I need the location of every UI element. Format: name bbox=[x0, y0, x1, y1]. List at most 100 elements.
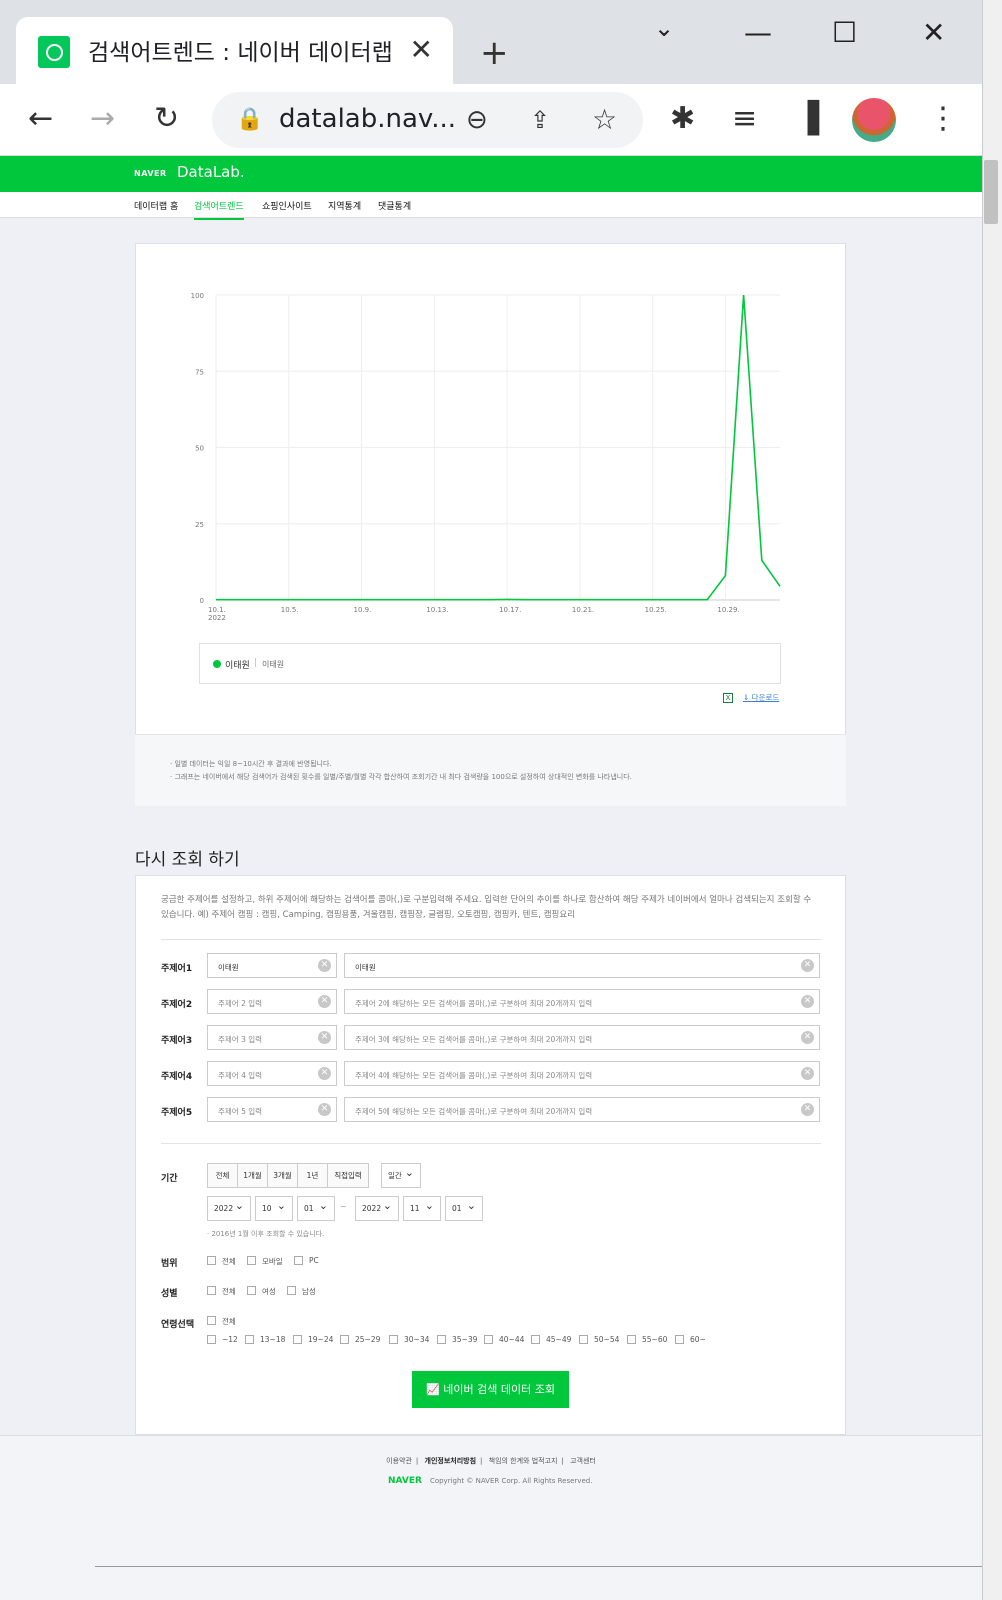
age-checkbox[interactable] bbox=[531, 1335, 540, 1344]
age-all-checkbox[interactable] bbox=[207, 1316, 216, 1325]
keywords-input[interactable]: 주제어 2에 해당하는 모든 검색어를 콤마(,)로 구분하여 최대 20개까지… bbox=[344, 989, 820, 1014]
period-1year-button[interactable]: 1년 bbox=[297, 1163, 328, 1188]
age-checkbox[interactable] bbox=[437, 1335, 446, 1344]
clear-icon[interactable]: ✕ bbox=[801, 1031, 814, 1044]
naver-logo[interactable]: NAVER bbox=[134, 169, 167, 178]
topic-input[interactable]: 주제어 2 입력 ✕ bbox=[207, 989, 337, 1014]
tab-search-chevron-icon[interactable]: ⌄ bbox=[654, 14, 674, 42]
back-arrow-icon[interactable]: ← bbox=[28, 100, 53, 138]
start-month-select[interactable]: 10 bbox=[255, 1194, 293, 1221]
clear-icon[interactable]: ✕ bbox=[801, 1103, 814, 1116]
topic-input-value[interactable]: 주제어 3 입력 bbox=[218, 1035, 262, 1044]
excel-icon[interactable]: X bbox=[723, 693, 733, 703]
url-text[interactable]: datalab.nav... bbox=[279, 104, 456, 134]
clear-icon[interactable]: ✕ bbox=[801, 995, 814, 1008]
nav-comment-stats[interactable]: 댓글통계 bbox=[378, 199, 411, 212]
keywords-input[interactable]: 주제어 5에 해당하는 모든 검색어를 콤마(,)로 구분하여 최대 20개까지… bbox=[344, 1097, 820, 1122]
scope-checkbox[interactable] bbox=[207, 1256, 216, 1265]
minimize-button[interactable]: — bbox=[744, 16, 772, 49]
forward-arrow-icon[interactable]: → bbox=[90, 100, 115, 138]
topic-input[interactable]: 주제어 5 입력 ✕ bbox=[207, 1097, 337, 1122]
nav-shopping-insight[interactable]: 쇼핑인사이트 bbox=[262, 199, 312, 212]
age-checkbox[interactable] bbox=[389, 1335, 398, 1344]
end-year-select[interactable]: 2022 bbox=[355, 1194, 399, 1221]
clear-icon[interactable]: ✕ bbox=[318, 1103, 331, 1116]
interval-select[interactable]: 일간 bbox=[381, 1161, 421, 1188]
topic-input-value[interactable]: 주제어 5 입력 bbox=[218, 1107, 262, 1116]
footer-naver-logo[interactable]: NAVER bbox=[388, 1476, 422, 1486]
age-checkbox[interactable] bbox=[207, 1335, 216, 1344]
clear-icon[interactable]: ✕ bbox=[318, 1067, 331, 1080]
clear-icon[interactable]: ✕ bbox=[318, 995, 331, 1008]
topic-input[interactable]: 주제어 4 입력 ✕ bbox=[207, 1061, 337, 1086]
share-icon[interactable]: ⇪ bbox=[530, 101, 550, 139]
nav-search-trend[interactable]: 검색어트렌드 bbox=[194, 199, 244, 220]
clear-icon[interactable]: ✕ bbox=[801, 959, 814, 972]
end-month-select[interactable]: 11 bbox=[403, 1194, 441, 1221]
keywords-input-value[interactable]: 이태원 bbox=[355, 963, 376, 972]
footer-legal-link[interactable]: 책임의 한계와 법적고지 bbox=[489, 1457, 558, 1465]
menu-kebab-icon[interactable]: ⋮ bbox=[928, 100, 958, 138]
download-label[interactable]: 다운로드 bbox=[752, 693, 780, 702]
keywords-input[interactable]: 이태원 ✕ bbox=[344, 953, 820, 978]
media-queue-icon[interactable]: ≡ bbox=[732, 100, 757, 138]
window-close-button[interactable]: ✕ bbox=[922, 16, 945, 49]
side-panel-icon[interactable]: ▐ bbox=[796, 100, 819, 138]
tab-close-icon[interactable]: ✕ bbox=[410, 34, 433, 66]
age-checkbox[interactable] bbox=[293, 1335, 302, 1344]
topic-input-value[interactable]: 주제어 2 입력 bbox=[218, 999, 262, 1008]
period-1month-button[interactable]: 1개월 bbox=[237, 1163, 268, 1188]
datalab-logo[interactable]: DataLab. bbox=[177, 163, 245, 181]
period-custom-button[interactable]: 직접입력 bbox=[327, 1163, 369, 1188]
topic-input-value[interactable]: 이태원 bbox=[218, 963, 239, 972]
age-checkbox[interactable] bbox=[340, 1335, 349, 1344]
topic-input-value[interactable]: 주제어 4 입력 bbox=[218, 1071, 262, 1080]
keywords-input-value[interactable]: 주제어 2에 해당하는 모든 검색어를 콤마(,)로 구분하여 최대 20개까지… bbox=[355, 999, 592, 1008]
age-checkbox[interactable] bbox=[579, 1335, 588, 1344]
bookmark-star-icon[interactable]: ☆ bbox=[592, 101, 617, 139]
scope-checkbox[interactable] bbox=[294, 1256, 303, 1265]
gender-checkbox[interactable] bbox=[287, 1286, 296, 1295]
scrollbar-thumb[interactable] bbox=[984, 160, 998, 224]
keywords-input[interactable]: 주제어 3에 해당하는 모든 검색어를 콤마(,)로 구분하여 최대 20개까지… bbox=[344, 1025, 820, 1050]
age-checkbox[interactable] bbox=[627, 1335, 636, 1344]
maximize-button[interactable]: ☐ bbox=[832, 16, 857, 49]
zoom-icon[interactable]: ⊖ bbox=[466, 101, 488, 139]
reload-icon[interactable]: ↻ bbox=[154, 100, 179, 138]
address-bar[interactable]: 🔒 datalab.nav... ⊖ ⇪ ☆ bbox=[212, 92, 643, 148]
age-checkbox[interactable] bbox=[245, 1335, 254, 1344]
profile-avatar[interactable] bbox=[852, 98, 896, 142]
lock-icon[interactable]: 🔒 bbox=[236, 101, 263, 139]
browser-tab[interactable]: 검색어트렌드 : 네이버 데이터랩 ✕ bbox=[16, 17, 453, 84]
keywords-input-value[interactable]: 주제어 4에 해당하는 모든 검색어를 콤마(,)로 구분하여 최대 20개까지… bbox=[355, 1071, 592, 1080]
nav-datalab-home[interactable]: 데이터랩 홈 bbox=[134, 199, 178, 212]
search-data-submit-button[interactable]: 📈 네이버 검색 데이터 조회 bbox=[412, 1371, 569, 1408]
nav-regional-stats[interactable]: 지역통계 bbox=[328, 199, 361, 212]
topic-input[interactable]: 이태원 ✕ bbox=[207, 953, 337, 978]
gender-checkbox[interactable] bbox=[247, 1286, 256, 1295]
period-3months-button[interactable]: 3개월 bbox=[267, 1163, 298, 1188]
clear-icon[interactable]: ✕ bbox=[318, 1031, 331, 1044]
gender-checkbox[interactable] bbox=[207, 1286, 216, 1295]
footer-terms-link[interactable]: 이용약관 bbox=[386, 1457, 412, 1465]
footer-support-link[interactable]: 고객센터 bbox=[570, 1457, 596, 1465]
scope-checkbox[interactable] bbox=[247, 1256, 256, 1265]
age-checkbox[interactable] bbox=[675, 1335, 684, 1344]
start-day-select[interactable]: 01 bbox=[297, 1194, 335, 1221]
end-day-select[interactable]: 01 bbox=[445, 1194, 483, 1221]
extensions-puzzle-icon[interactable]: ✱ bbox=[670, 100, 695, 138]
keywords-input-value[interactable]: 주제어 3에 해당하는 모든 검색어를 콤마(,)로 구분하여 최대 20개까지… bbox=[355, 1035, 592, 1044]
start-year-select[interactable]: 2022 bbox=[207, 1194, 251, 1221]
age-checkbox[interactable] bbox=[484, 1335, 493, 1344]
keywords-input-value[interactable]: 주제어 5에 해당하는 모든 검색어를 콤마(,)로 구분하여 최대 20개까지… bbox=[355, 1107, 592, 1116]
new-tab-button[interactable]: + bbox=[480, 33, 509, 73]
period-all-button[interactable]: 전체 bbox=[207, 1163, 238, 1188]
site-nav: 데이터랩 홈 검색어트렌드 쇼핑인사이트 지역통계 댓글통계 bbox=[0, 192, 982, 220]
topic-input[interactable]: 주제어 3 입력 ✕ bbox=[207, 1025, 337, 1050]
page-scrollbar[interactable] bbox=[982, 0, 1002, 1600]
clear-icon[interactable]: ✕ bbox=[318, 959, 331, 972]
download-link[interactable]: ⇓ 다운로드 bbox=[743, 692, 779, 703]
keywords-input[interactable]: 주제어 4에 해당하는 모든 검색어를 콤마(,)로 구분하여 최대 20개까지… bbox=[344, 1061, 820, 1086]
clear-icon[interactable]: ✕ bbox=[801, 1067, 814, 1080]
footer-privacy-link[interactable]: 개인정보처리방침 bbox=[425, 1457, 477, 1465]
